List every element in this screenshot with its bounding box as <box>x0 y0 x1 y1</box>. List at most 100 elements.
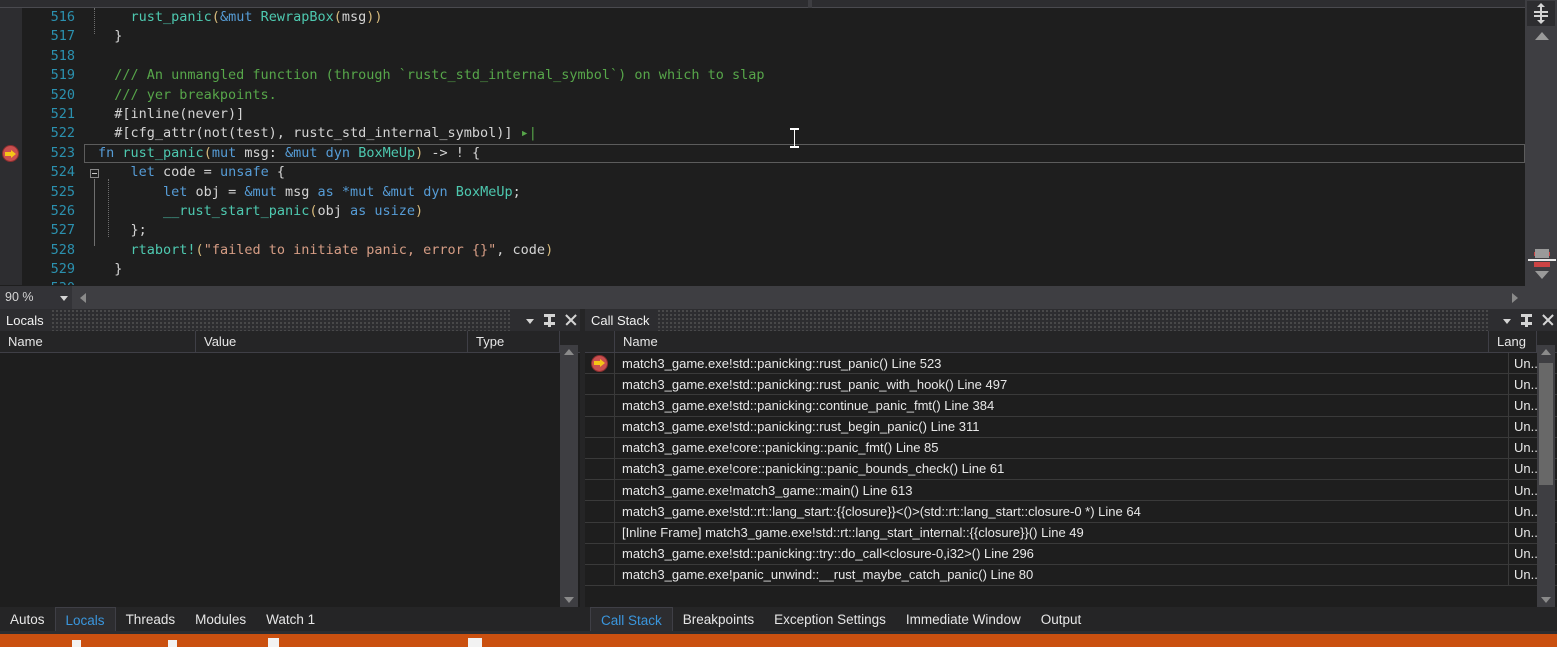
call-stack-column-header-name[interactable]: Name <box>615 330 1489 353</box>
split-editor-window-icon[interactable] <box>1527 1 1555 26</box>
tab-watch-1[interactable]: Watch 1 <box>256 607 325 632</box>
scrollbar-thumb[interactable] <box>1535 249 1549 258</box>
tab-call-stack[interactable]: Call Stack <box>590 607 673 633</box>
breakpoint-gutter[interactable] <box>0 8 22 285</box>
code-token: let <box>163 183 188 200</box>
code-line[interactable]: __rust_start_panic(obj as usize) <box>84 202 1525 221</box>
code-line[interactable]: let code = unsafe { <box>84 163 1525 182</box>
editor-top-splitter-left-segment[interactable] <box>0 0 808 8</box>
locals-panel-close-button[interactable] <box>560 310 580 330</box>
editor-top-splitter-right-segment[interactable] <box>812 0 1525 8</box>
code-line[interactable]: #[inline(never)] <box>84 105 1525 124</box>
chevron-down-icon[interactable] <box>60 296 68 301</box>
call-stack-row[interactable]: match3_game.exe!core::panicking::panic_b… <box>585 458 1557 481</box>
call-stack-panel-drag-grip[interactable] <box>657 309 1489 331</box>
editor-scrollbar-track[interactable] <box>1529 28 1555 286</box>
locals-vertical-scrollbar[interactable] <box>560 345 578 607</box>
horizontal-scroll-left-arrow-icon[interactable] <box>80 293 86 303</box>
locals-rows-area[interactable] <box>0 353 580 607</box>
tab-modules[interactable]: Modules <box>185 607 256 632</box>
locals-panel-drag-grip[interactable] <box>51 309 512 331</box>
editor-scroll-down-arrow-icon[interactable] <box>1535 271 1549 279</box>
call-stack-scrollbar-thumb[interactable] <box>1539 363 1553 485</box>
call-stack-rows-area[interactable]: match3_game.exe!std::panicking::rust_pan… <box>585 353 1557 607</box>
call-stack-row[interactable]: [Inline Frame] match3_game.exe!std::rt::… <box>585 522 1557 544</box>
code-token: : <box>268 144 285 161</box>
code-token: ▸| <box>512 125 537 142</box>
tab-breakpoints[interactable]: Breakpoints <box>673 607 764 632</box>
editor-top-splitter[interactable] <box>0 0 1557 8</box>
zoom-level-selector[interactable]: 90 % <box>0 286 72 309</box>
locals-panel-title: Locals <box>6 312 44 328</box>
code-line[interactable]: /// yer breakpoints. <box>84 86 1525 105</box>
tab-threads[interactable]: Threads <box>116 607 186 632</box>
call-stack-column-header-lang[interactable]: Lang <box>1489 330 1537 353</box>
code-token: ) <box>415 144 424 161</box>
call-stack-row[interactable]: match3_game.exe!std::panicking::rust_pan… <box>585 353 1557 375</box>
call-stack-row[interactable]: match3_game.exe!std::panicking::rust_beg… <box>585 416 1557 438</box>
code-line[interactable]: /// An unmangled function (through `rust… <box>84 66 1525 85</box>
status-bar <box>0 634 1557 647</box>
code-line[interactable]: } <box>84 260 1525 279</box>
locals-scroll-up-arrow-icon[interactable] <box>564 349 574 355</box>
locals-panel-titlebar[interactable]: Locals <box>0 309 580 331</box>
code-token: code <box>154 164 196 181</box>
code-line[interactable]: rust_panic(&mut RewrapBox(msg)) <box>84 8 1525 27</box>
code-editor[interactable]: 516 517 518 519 520 521 522 523 524 525 526 527 528 5… <box>0 8 1525 285</box>
locals-panel-pin-button[interactable] <box>540 310 560 330</box>
code-token: as <box>350 202 367 219</box>
locals-column-header-type[interactable]: Type <box>468 330 560 353</box>
locals-scroll-down-arrow-icon[interactable] <box>564 597 574 603</box>
call-stack-marker-cell <box>585 394 615 417</box>
code-token: }; <box>98 222 147 239</box>
code-line[interactable] <box>84 279 1525 285</box>
editor-scroll-up-arrow-icon[interactable] <box>1535 32 1549 40</box>
call-stack-tab-group: Call Stack Breakpoints Exception Settings I… <box>590 607 1091 633</box>
call-stack-panel-close-button[interactable] <box>1537 310 1557 330</box>
code-line[interactable]: #[cfg_attr(not(test), rustc_std_internal… <box>84 124 1525 143</box>
code-token: rtabort! <box>130 241 196 258</box>
call-stack-panel-menu-button[interactable] <box>1497 310 1517 330</box>
tab-autos[interactable]: Autos <box>0 607 55 632</box>
code-token: ) <box>415 202 424 219</box>
call-stack-row[interactable]: match3_game.exe!std::rt::lang_start::{{c… <box>585 500 1557 523</box>
call-stack-frame-name: match3_game.exe!std::panicking::rust_pan… <box>615 373 1509 395</box>
code-token: ( <box>211 9 220 25</box>
call-stack-scroll-up-arrow-icon[interactable] <box>1541 349 1551 355</box>
tab-locals[interactable]: Locals <box>54 607 116 633</box>
code-text-area[interactable]: rust_panic(&mut RewrapBox(msg)) } /// An… <box>84 8 1525 285</box>
call-stack-vertical-scrollbar[interactable] <box>1537 345 1555 607</box>
call-stack-scroll-down-arrow-icon[interactable] <box>1541 597 1551 603</box>
call-stack-row[interactable]: match3_game.exe!core::panicking::panic_f… <box>585 437 1557 459</box>
code-line[interactable]: rtabort!("failed to initiate panic, erro… <box>84 241 1525 260</box>
horizontal-scroll-right-arrow-icon[interactable] <box>1512 293 1518 303</box>
call-stack-column-headers: Name Lang <box>585 330 1557 353</box>
call-stack-panel-titlebar[interactable]: Call Stack <box>585 309 1557 331</box>
call-stack-row[interactable]: match3_game.exe!std::panicking::continue… <box>585 394 1557 417</box>
call-stack-row[interactable]: match3_game.exe!std::panicking::rust_pan… <box>585 373 1557 396</box>
locals-column-header-name[interactable]: Name <box>0 330 196 353</box>
tab-immediate-window[interactable]: Immediate Window <box>896 607 1031 632</box>
code-line[interactable]: } <box>84 27 1525 46</box>
call-stack-row[interactable]: match3_game.exe!panic_unwind::__rust_may… <box>585 564 1557 587</box>
code-line[interactable] <box>84 47 1525 66</box>
visual-studio-debugger-window: 516 517 518 519 520 521 522 523 524 525 526 527 528 5… <box>0 0 1557 647</box>
tab-output[interactable]: Output <box>1031 607 1092 632</box>
call-stack-panel-pin-button[interactable] <box>1517 310 1537 330</box>
code-line[interactable]: }; <box>84 221 1525 240</box>
call-stack-row[interactable]: match3_game.exe!match3_game::main() Line… <box>585 479 1557 502</box>
line-number: 522 <box>50 125 75 142</box>
locals-panel-menu-button[interactable] <box>520 310 540 330</box>
call-stack-frame-name: match3_game.exe!std::panicking::rust_pan… <box>615 353 1509 374</box>
call-stack-row[interactable]: match3_game.exe!std::panicking::try::do_… <box>585 543 1557 565</box>
locals-column-header-value[interactable]: Value <box>196 330 468 353</box>
breakpoint-execution-arrow-icon[interactable] <box>2 145 19 162</box>
code-token: /// yer breakpoints. <box>98 86 277 103</box>
code-line-current-statement[interactable]: fn rust_panic(mut msg: &mut dyn BoxMeUp)… <box>84 143 1525 164</box>
call-stack-column-header-marker[interactable] <box>585 330 615 353</box>
call-stack-frame-name: match3_game.exe!std::rt::lang_start::{{c… <box>615 500 1509 522</box>
tab-exception-settings[interactable]: Exception Settings <box>764 607 896 632</box>
code-line[interactable]: let obj = &mut msg as *mut &mut dyn BoxM… <box>84 183 1525 202</box>
